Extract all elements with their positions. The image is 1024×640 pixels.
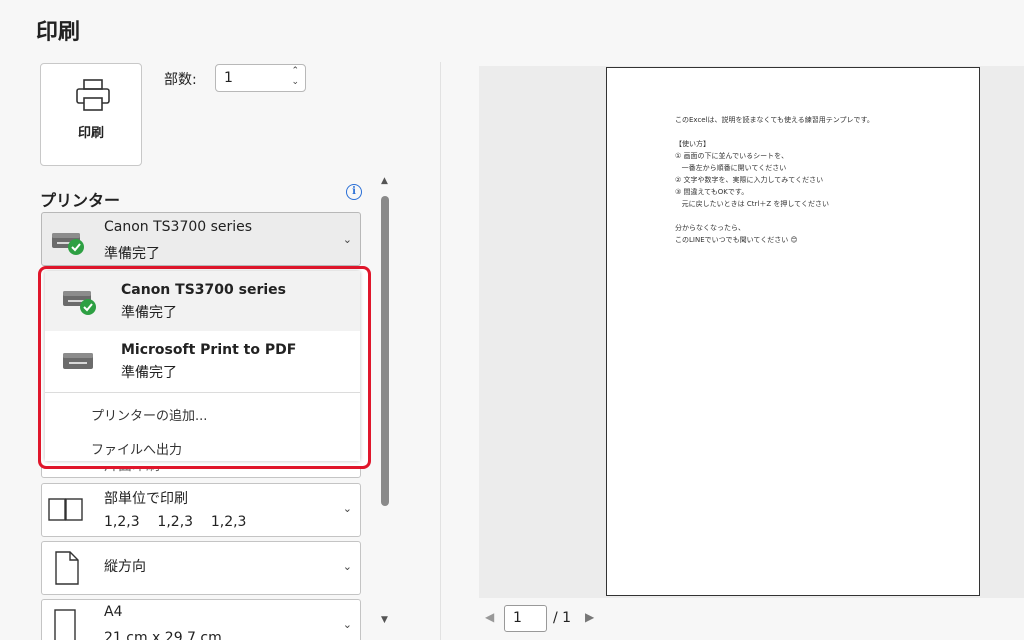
printer-section-title: プリンター <box>40 191 121 210</box>
printer-dropdown-highlight: Canon TS3700 series 準備完了 Microsoft Print… <box>38 266 371 469</box>
scroll-down-icon[interactable]: ▼ <box>381 615 388 625</box>
preview-document-text: このExcelは、説明を読まなくても使える練習用テンプレです。 【使い方】 ① 画… <box>675 114 874 246</box>
printer-dropdown-list: Canon TS3700 series 準備完了 Microsoft Print… <box>45 271 360 461</box>
preview-line: ② 文字や数字を、実際に入力してみてください <box>675 176 824 184</box>
printer-icon <box>75 78 111 112</box>
page-title: 印刷 <box>36 20 81 45</box>
printer-option-status: 準備完了 <box>121 305 177 321</box>
preview-line: このExcelは、説明を読まなくても使える練習用テンプレです。 <box>675 116 874 124</box>
preview-line: ③ 間違えてもOKです。 <box>675 188 749 196</box>
info-icon[interactable]: i <box>346 184 362 200</box>
dropdown-divider <box>45 392 360 393</box>
copies-label: 部数: <box>164 72 197 88</box>
next-page-icon[interactable]: ▶ <box>585 610 594 624</box>
printer-option-status: 準備完了 <box>121 365 177 381</box>
printer-option-pdf[interactable]: Microsoft Print to PDF 準備完了 <box>45 331 360 391</box>
selected-printer-status: 準備完了 <box>104 246 160 262</box>
collation-select[interactable]: 部単位で印刷 1,2,3 1,2,3 1,2,3 ⌄ <box>41 483 361 537</box>
collation-title: 部単位で印刷 <box>104 491 188 507</box>
selected-printer-name: Canon TS3700 series <box>104 219 253 235</box>
page-number-input[interactable]: 1 <box>504 605 547 632</box>
preview-line: 元に戻したいときは Ctrl＋Z を押してください <box>675 200 829 208</box>
print-to-file-link[interactable]: ファイルへ出力 <box>91 439 182 458</box>
preview-line: このLINEでいつでも聞いてください 😊 <box>675 236 798 244</box>
copies-input[interactable]: 1 ⌃ ⌄ <box>215 64 306 92</box>
printer-option-name: Canon TS3700 series <box>121 282 286 298</box>
printer-option-canon[interactable]: Canon TS3700 series 準備完了 <box>45 271 360 331</box>
collated-pages-icon <box>48 497 84 523</box>
copies-stepper[interactable]: ⌃ ⌄ <box>291 66 299 88</box>
orientation-title: 縦方向 <box>104 559 146 575</box>
chevron-down-icon[interactable]: ⌄ <box>343 502 352 515</box>
page-number-value: 1 <box>513 610 522 626</box>
printer-ready-icon <box>50 227 86 257</box>
paper-size-title: A4 <box>104 604 123 620</box>
chevron-down-icon[interactable]: ⌄ <box>343 560 352 573</box>
orientation-select[interactable]: 縦方向 ⌄ <box>41 541 361 595</box>
preview-line <box>675 210 874 222</box>
scrollbar-thumb[interactable] <box>381 196 389 506</box>
scroll-up-icon[interactable]: ▲ <box>381 176 388 186</box>
paper-size-select[interactable]: A4 21 cm x 29.7 cm ⌄ <box>41 599 361 640</box>
settings-scrollbar[interactable]: ▲ ▼ <box>378 174 394 634</box>
previous-page-icon[interactable]: ◀ <box>485 610 494 624</box>
preview-line: 分からなくなったら、 <box>675 224 745 232</box>
collation-detail: 1,2,3 1,2,3 1,2,3 <box>104 514 247 530</box>
add-printer-link[interactable]: プリンターの追加... <box>91 405 207 424</box>
panel-divider <box>440 62 441 640</box>
preview-line: 一番左から順番に開いてください <box>675 164 787 172</box>
chevron-down-icon[interactable]: ⌄ <box>343 618 352 631</box>
printer-option-name: Microsoft Print to PDF <box>121 342 297 358</box>
print-button-label: 印刷 <box>77 126 104 141</box>
portrait-page-icon <box>54 550 80 586</box>
paper-icon <box>54 609 76 640</box>
preview-line <box>675 126 874 138</box>
preview-line: 【使い方】 <box>675 140 710 148</box>
print-button[interactable]: 印刷 <box>40 63 142 166</box>
paper-size-detail: 21 cm x 29.7 cm <box>104 630 222 640</box>
chevron-down-icon[interactable]: ⌄ <box>343 233 352 246</box>
page-total: / 1 <box>553 610 572 626</box>
preview-page: このExcelは、説明を読まなくても使える練習用テンプレです。 【使い方】 ① 画… <box>606 67 980 596</box>
printer-icon <box>61 349 97 375</box>
printer-select[interactable]: Canon TS3700 series 準備完了 ⌄ <box>41 212 361 266</box>
copies-value: 1 <box>224 70 233 86</box>
preview-line: ① 画面の下に並んでいるシートを、 <box>675 152 789 160</box>
printer-ready-icon <box>61 285 97 317</box>
